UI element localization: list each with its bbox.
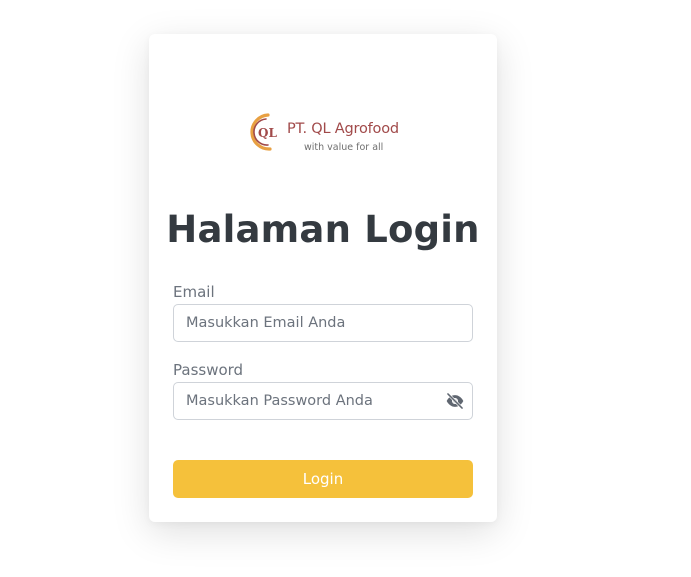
email-field-wrapper [173,304,473,342]
password-input[interactable] [186,383,436,419]
company-logo: QL PT. QL Agrofood with value for all [248,112,408,154]
ql-monogram-icon: QL [250,113,277,151]
page-title: Halaman Login [166,208,480,251]
login-card: QL PT. QL Agrofood with value for all Ha… [149,34,497,522]
login-button[interactable]: Login [173,460,473,498]
password-label: Password [173,361,244,379]
email-input[interactable] [186,305,436,341]
password-field-wrapper [173,382,473,420]
eye-slash-icon[interactable] [444,391,466,411]
email-label: Email [173,283,215,301]
logo-company-name: PT. QL Agrofood [287,121,399,137]
logo-monogram-text: QL [258,126,277,140]
logo-tagline: with value for all [304,142,384,153]
